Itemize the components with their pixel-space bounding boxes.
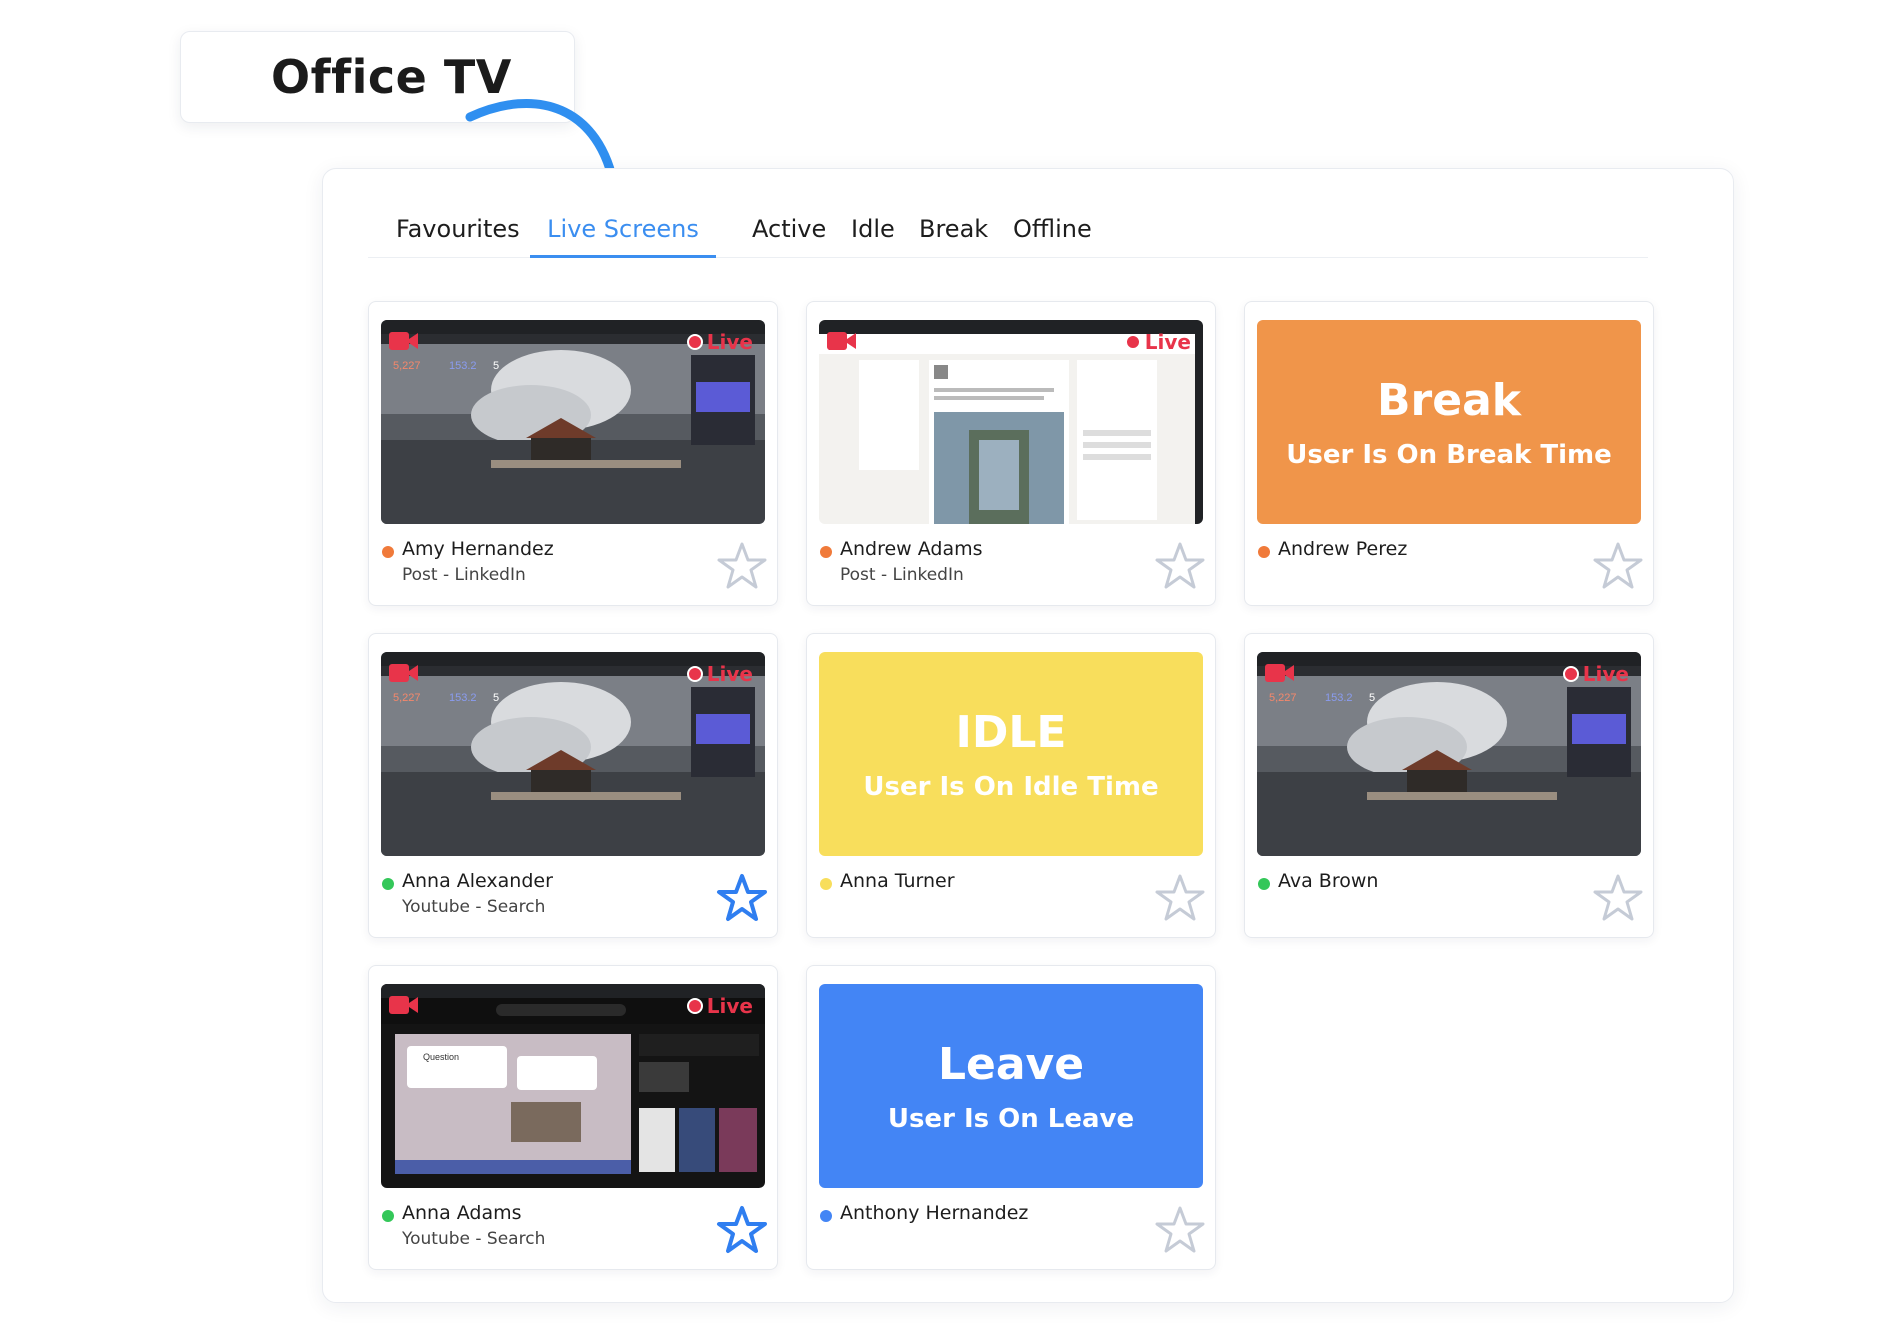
- live-screen-thumbnail[interactable]: 5,227 153.2 5 Live: [1257, 652, 1641, 856]
- status-dot: [382, 1210, 394, 1222]
- user-card-andrew-adams[interactable]: Live Andrew Adams Post - LinkedIn: [806, 301, 1216, 606]
- status-dot: [382, 546, 394, 558]
- status-title: Leave: [937, 1038, 1085, 1090]
- user-activity: Youtube - Search: [402, 897, 546, 917]
- live-screen-thumbnail[interactable]: 5,227 153.2 5 Live: [381, 320, 765, 524]
- favourite-star-icon[interactable]: [1592, 872, 1644, 924]
- svg-text:5: 5: [493, 360, 499, 372]
- svg-text:5,227: 5,227: [1269, 692, 1297, 704]
- camera-icon: [827, 332, 856, 350]
- camera-icon: [1265, 664, 1294, 682]
- tab-offline[interactable]: Offline: [1013, 209, 1092, 255]
- user-name: Anna Adams: [402, 1202, 522, 1224]
- user-name: Anna Alexander: [402, 870, 553, 892]
- tab-break[interactable]: Break: [919, 209, 988, 255]
- user-activity: Youtube - Search: [402, 1229, 546, 1249]
- status-subtitle: User Is On Leave: [887, 1103, 1135, 1134]
- tab-idle[interactable]: Idle: [851, 209, 895, 255]
- user-name: Amy Hernandez: [402, 538, 554, 560]
- user-card-anna-turner[interactable]: IDLE User Is On Idle Time Anna Turner: [806, 633, 1216, 938]
- status-subtitle: User Is On Break Time: [1286, 439, 1612, 470]
- live-indicator-icon: [686, 334, 703, 350]
- live-label: Live: [1582, 662, 1629, 686]
- tab-active[interactable]: Active: [752, 209, 826, 255]
- live-indicator-icon: [686, 666, 703, 682]
- favourite-star-icon[interactable]: [1154, 540, 1206, 592]
- camera-icon: [389, 332, 418, 350]
- leave-status-screen: Leave User Is On Leave: [819, 984, 1203, 1188]
- status-dot: [382, 878, 394, 890]
- live-indicator-icon: [1124, 334, 1141, 350]
- tab-live-screens[interactable]: Live Screens: [530, 209, 716, 258]
- svg-text:Question: Question: [423, 1052, 459, 1062]
- svg-text:153.2: 153.2: [1325, 692, 1353, 704]
- status-title: Break: [1376, 374, 1522, 426]
- favourite-star-icon[interactable]: [716, 540, 768, 592]
- live-label: Live: [706, 330, 753, 354]
- status-dot: [820, 546, 832, 558]
- svg-text:5,227: 5,227: [393, 692, 421, 704]
- status-dot: [820, 1210, 832, 1222]
- live-label: Live: [706, 662, 753, 686]
- user-activity: Post - LinkedIn: [402, 565, 526, 585]
- favourite-star-filled-icon[interactable]: [716, 872, 768, 924]
- svg-text:153.2: 153.2: [449, 692, 477, 704]
- idle-status-screen: IDLE User Is On Idle Time: [819, 652, 1203, 856]
- user-name: Andrew Adams: [840, 538, 983, 560]
- user-name: Andrew Perez: [1278, 538, 1408, 560]
- tab-bar: Favourites Live Screens Active Idle Brea…: [368, 209, 1648, 258]
- live-badge: Live: [1562, 662, 1629, 686]
- user-card-ava-brown[interactable]: 5,227 153.2 5 Live Ava Brown: [1244, 633, 1654, 938]
- user-name: Anthony Hernandez: [840, 1202, 1029, 1224]
- live-indicator-icon: [686, 998, 703, 1014]
- favourite-star-icon[interactable]: [1154, 872, 1206, 924]
- svg-text:5,227: 5,227: [393, 360, 421, 372]
- live-badge: Live: [686, 662, 753, 686]
- live-label: Live: [1144, 330, 1191, 354]
- user-card-amy-hernandez[interactable]: 5,227 153.2 5 Live Amy Hernandez Post - …: [368, 301, 778, 606]
- live-badge: Live: [1124, 330, 1191, 354]
- status-dot: [1258, 878, 1270, 890]
- break-status-screen: Break User Is On Break Time: [1257, 320, 1641, 524]
- camera-icon: [389, 996, 418, 1014]
- user-name: Anna Turner: [840, 870, 955, 892]
- favourite-star-icon[interactable]: [1592, 540, 1644, 592]
- live-badge: Live: [686, 994, 753, 1018]
- live-indicator-icon: [1562, 666, 1579, 682]
- favourite-star-icon[interactable]: [1154, 1204, 1206, 1256]
- tab-favourites[interactable]: Favourites: [396, 209, 520, 255]
- svg-text:153.2: 153.2: [449, 360, 477, 372]
- status-dot: [820, 878, 832, 890]
- live-label: Live: [706, 994, 753, 1018]
- user-card-andrew-perez[interactable]: Break User Is On Break Time Andrew Perez: [1244, 301, 1654, 606]
- camera-icon: [389, 664, 418, 682]
- live-screen-thumbnail[interactable]: Live: [819, 320, 1203, 524]
- user-card-anna-adams[interactable]: Question Live Anna Adams Youtube - Searc…: [368, 965, 778, 1270]
- live-badge: Live: [686, 330, 753, 354]
- status-dot: [1258, 546, 1270, 558]
- status-title: IDLE: [955, 706, 1067, 758]
- live-screen-thumbnail[interactable]: 5,227 153.2 5 Live: [381, 652, 765, 856]
- svg-text:5: 5: [493, 692, 499, 704]
- status-subtitle: User Is On Idle Time: [863, 771, 1159, 802]
- user-name: Ava Brown: [1278, 870, 1379, 892]
- user-card-anthony-hernandez[interactable]: Leave User Is On Leave Anthony Hernandez: [806, 965, 1216, 1270]
- user-card-anna-alexander[interactable]: 5,227 153.2 5 Live Anna Alexander Youtub…: [368, 633, 778, 938]
- user-activity: Post - LinkedIn: [840, 565, 964, 585]
- live-screen-thumbnail[interactable]: Question Live: [381, 984, 765, 1188]
- favourite-star-filled-icon[interactable]: [716, 1204, 768, 1256]
- svg-text:5: 5: [1369, 692, 1375, 704]
